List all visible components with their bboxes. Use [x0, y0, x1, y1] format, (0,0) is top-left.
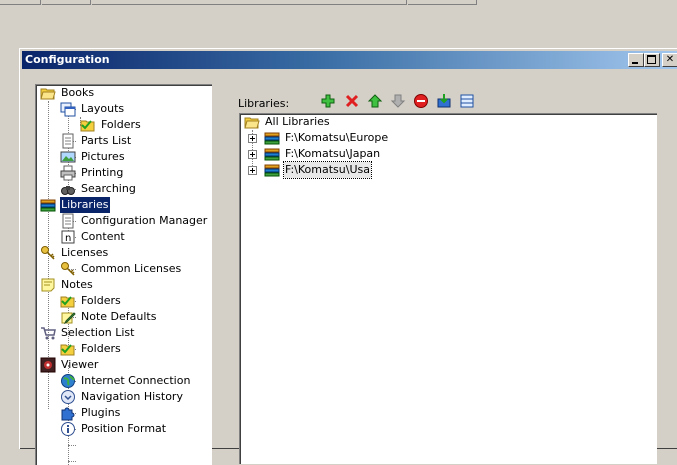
expand-button[interactable] [248, 166, 257, 175]
info-icon [61, 422, 75, 436]
tree-item-label: Folders [81, 294, 121, 307]
tree-item-label: Searching [81, 182, 136, 195]
maximize-button[interactable] [644, 53, 660, 67]
content-icon: n [61, 230, 75, 244]
navigation-icon [61, 390, 75, 404]
tree-item-label: Books [61, 86, 95, 99]
printer-icon [60, 165, 76, 181]
title-bar[interactable]: Configuration ✕ [22, 51, 677, 69]
tree-item-label: Navigation History [81, 390, 183, 403]
move-up-icon[interactable] [367, 93, 383, 109]
expand-button[interactable] [248, 134, 257, 143]
background-segment [408, 0, 477, 5]
library-item-label: F:\Komatsu\Japan [285, 147, 381, 160]
viewer-icon [40, 357, 56, 373]
tree-item-label: Notes [61, 278, 93, 291]
tree-item-label: Viewer [61, 358, 99, 371]
books-icon [40, 199, 56, 212]
libraries-tree[interactable]: All Libraries F:\Komatsu\Europe F:\Komat… [239, 113, 657, 464]
books-icon [264, 164, 280, 177]
books-icon [264, 148, 280, 161]
background-segment [0, 0, 41, 5]
configuration-window: Configuration ✕ Books Layouts Folders Pa… [19, 48, 677, 465]
tree-line [68, 445, 76, 446]
tree-item-label: Printing [81, 166, 124, 179]
maximize-icon [647, 55, 656, 64]
cart-icon [41, 327, 56, 340]
configuration-tree[interactable]: Books Layouts Folders Parts List Picture… [35, 84, 212, 465]
properties-icon[interactable] [459, 93, 475, 109]
folder-open-icon [40, 88, 56, 100]
tree-item-label: Layouts [81, 102, 125, 115]
tree-line [68, 461, 76, 462]
add-icon[interactable] [320, 93, 336, 109]
library-item-label: F:\Komatsu\Usa [283, 161, 372, 179]
close-icon: ✕ [665, 54, 675, 65]
folder-open-icon [244, 117, 260, 129]
picture-icon [60, 151, 76, 163]
expand-button[interactable] [248, 150, 257, 159]
background-segment [42, 0, 91, 5]
window-title: Configuration [25, 53, 110, 66]
tree-item-label: Note Defaults [81, 310, 157, 323]
note-edit-icon [61, 312, 76, 325]
folder-icon [60, 344, 75, 356]
key-icon [61, 262, 75, 276]
tree-item-label: Pictures [81, 150, 125, 163]
tree-item-label: Libraries [60, 197, 110, 213]
tree-item-label: Common Licenses [81, 262, 182, 275]
binoculars-icon [61, 186, 75, 195]
close-button[interactable]: ✕ [662, 53, 677, 67]
document-icon [62, 213, 74, 229]
background-toolbar-strip [0, 0, 677, 6]
layouts-icon [60, 102, 76, 117]
move-down-icon[interactable] [390, 93, 406, 109]
tree-item-label: Parts List [81, 134, 132, 147]
svg-text:n: n [65, 233, 71, 244]
note-icon [41, 278, 55, 292]
tree-item-label: Folders [81, 342, 121, 355]
globe-icon [61, 374, 75, 388]
library-item-label: F:\Komatsu\Europe [285, 131, 389, 144]
remove-icon[interactable] [413, 93, 429, 109]
libraries-label: Libraries: [238, 97, 290, 110]
minimize-button[interactable] [628, 53, 644, 67]
tree-item-label: Folders [101, 118, 141, 131]
libraries-root-label: All Libraries [265, 115, 330, 128]
tree-item-label: Licenses [61, 246, 109, 259]
key-icon [41, 246, 55, 260]
folder-icon [80, 120, 95, 132]
tree-item-label: Internet Connection [81, 374, 191, 387]
tree-item-label: Plugins [81, 406, 121, 419]
books-icon [264, 132, 280, 145]
folder-icon [60, 296, 75, 308]
tree-item-label: Content [81, 230, 125, 243]
tree-item-label: Position Format [81, 422, 167, 435]
delete-icon[interactable] [344, 93, 360, 109]
tree-item-label: Configuration Manager [81, 214, 208, 227]
minimize-icon [632, 62, 638, 64]
import-icon[interactable] [436, 93, 452, 109]
puzzle-icon [61, 407, 75, 421]
tree-item-label: Selection List [61, 326, 135, 339]
background-segment [92, 0, 407, 5]
document-icon [62, 133, 74, 149]
